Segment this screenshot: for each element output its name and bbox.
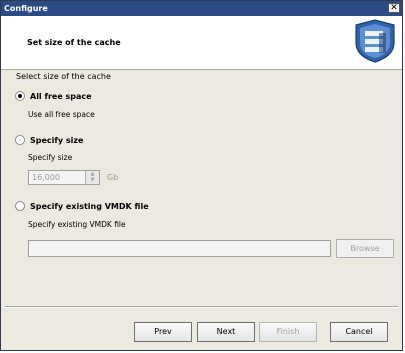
option-description: Use all free space xyxy=(28,110,95,119)
next-button[interactable]: Next xyxy=(197,322,255,342)
page-title: Set size of the cache xyxy=(27,38,121,47)
prev-button[interactable]: Prev xyxy=(134,322,192,342)
window-title: Configure xyxy=(4,4,48,13)
browse-button[interactable]: Browse xyxy=(336,239,394,258)
radio-button[interactable] xyxy=(15,91,25,101)
stepper-down-icon[interactable]: ▼ xyxy=(86,177,99,183)
radio-all-free-space[interactable]: All free space xyxy=(15,90,92,102)
title-bar: Configure ✕ xyxy=(1,1,402,16)
section-label: Select size of the cache xyxy=(16,72,111,81)
option-description: Specify size xyxy=(28,153,73,162)
radio-label: Specify size xyxy=(30,135,84,145)
close-icon[interactable]: ✕ xyxy=(388,3,400,13)
radio-button[interactable] xyxy=(15,201,25,211)
radio-specify-size[interactable]: Specify size xyxy=(15,134,83,146)
radio-label: Specify existing VMDK file xyxy=(30,201,149,211)
cancel-button[interactable]: Cancel xyxy=(330,322,388,342)
wizard-header: Set size of the cache xyxy=(1,16,402,70)
radio-button[interactable] xyxy=(15,135,25,145)
size-value: 16,000 xyxy=(32,173,60,182)
stepper-buttons[interactable]: ▲ ▼ xyxy=(85,171,99,184)
option-description: Specify existing VMDK file xyxy=(28,220,126,229)
finish-button[interactable]: Finish xyxy=(259,322,317,342)
size-unit: Gb xyxy=(107,173,119,182)
configure-dialog: Configure ✕ Set size of the cache Select… xyxy=(0,0,403,351)
size-stepper[interactable]: 16,000 ▲ ▼ xyxy=(28,170,100,185)
radio-label: All free space xyxy=(30,91,92,101)
vmdk-path-field[interactable] xyxy=(28,240,331,257)
divider xyxy=(5,306,398,308)
product-logo-icon xyxy=(355,19,395,63)
radio-existing-vmdk[interactable]: Specify existing VMDK file xyxy=(15,200,149,212)
